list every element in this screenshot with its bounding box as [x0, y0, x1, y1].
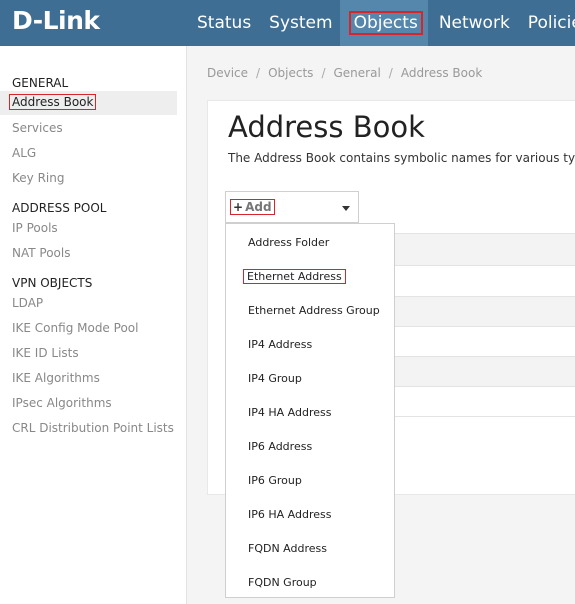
- sidebar-section-vpn-objects: VPN OBJECTS: [12, 276, 93, 290]
- sidebar-section-general: GENERAL: [12, 76, 69, 90]
- breadcrumb-objects[interactable]: Objects: [268, 66, 313, 80]
- top-navigation-bar: D-Link Status System Objects Network Pol…: [0, 0, 575, 46]
- menu-item-fqdn-address[interactable]: FQDN Address: [248, 542, 327, 555]
- menu-item-ethernet-address[interactable]: Ethernet Address: [243, 269, 346, 284]
- plus-icon: +: [233, 200, 244, 214]
- nav-system-label: System: [269, 13, 333, 33]
- breadcrumb-separator: /: [388, 66, 393, 80]
- menu-item-ip4-address[interactable]: IP4 Address: [248, 338, 312, 351]
- add-button-label-box: + Add: [230, 199, 275, 215]
- nav-policies[interactable]: Policies: [517, 0, 575, 46]
- nav-status[interactable]: Status: [186, 0, 258, 46]
- sidebar-item-crl-distribution-point-lists[interactable]: CRL Distribution Point Lists: [12, 421, 174, 435]
- sidebar: GENERAL Address Book Services ALG Key Ri…: [0, 46, 187, 604]
- sidebar-item-ipsec-algorithms[interactable]: IPsec Algorithms: [12, 396, 112, 410]
- nav-objects[interactable]: Objects: [339, 0, 428, 46]
- nav-system[interactable]: System: [258, 0, 339, 46]
- sidebar-item-address-book[interactable]: Address Book: [8, 94, 97, 110]
- menu-item-ethernet-address-group[interactable]: Ethernet Address Group: [248, 304, 380, 317]
- nav-objects-label: Objects: [348, 11, 423, 35]
- sidebar-item-key-ring[interactable]: Key Ring: [12, 171, 64, 185]
- breadcrumb-device[interactable]: Device: [207, 66, 248, 80]
- sidebar-item-ip-pools[interactable]: IP Pools: [12, 221, 58, 235]
- add-dropdown-menu: Address Folder Ethernet Address Ethernet…: [225, 223, 395, 598]
- sidebar-item-ike-id-lists[interactable]: IKE ID Lists: [12, 346, 79, 360]
- main-nav: Status System Objects Network Policies: [186, 0, 575, 46]
- breadcrumb-general[interactable]: General: [333, 66, 380, 80]
- sidebar-item-ldap[interactable]: LDAP: [12, 296, 43, 310]
- sidebar-item-nat-pools[interactable]: NAT Pools: [12, 246, 70, 260]
- add-button-label: Add: [245, 200, 272, 214]
- nav-policies-label: Policies: [527, 13, 575, 33]
- sidebar-item-services[interactable]: Services: [12, 121, 63, 135]
- breadcrumb-separator: /: [256, 66, 261, 80]
- menu-item-ip6-ha-address[interactable]: IP6 HA Address: [248, 508, 331, 521]
- sidebar-section-address-pool: ADDRESS POOL: [12, 201, 107, 215]
- add-dropdown-button[interactable]: + Add: [225, 191, 359, 223]
- breadcrumb-separator: /: [321, 66, 326, 80]
- caret-down-icon: [342, 206, 350, 211]
- nav-network[interactable]: Network: [428, 0, 517, 46]
- table-row[interactable]: [395, 265, 575, 296]
- sidebar-item-ike-algorithms[interactable]: IKE Algorithms: [12, 371, 100, 385]
- sidebar-item-ike-config-mode-pool[interactable]: IKE Config Mode Pool: [12, 321, 138, 335]
- menu-item-ip6-address[interactable]: IP6 Address: [248, 440, 312, 453]
- page-description: The Address Book contains symbolic names…: [228, 151, 575, 165]
- sidebar-item-alg[interactable]: ALG: [12, 146, 36, 160]
- menu-item-ip4-group[interactable]: IP4 Group: [248, 372, 302, 385]
- table-row[interactable]: [395, 326, 575, 356]
- dlink-logo[interactable]: D-Link: [12, 6, 100, 35]
- table-header: [395, 233, 575, 265]
- page-title: Address Book: [228, 110, 425, 144]
- table-row[interactable]: [395, 356, 575, 386]
- nav-network-label: Network: [438, 13, 510, 33]
- menu-item-address-folder[interactable]: Address Folder: [248, 236, 329, 249]
- breadcrumb: Device / Objects / General / Address Book: [207, 66, 482, 80]
- menu-item-fqdn-group[interactable]: FQDN Group: [248, 576, 317, 589]
- menu-item-ip4-ha-address[interactable]: IP4 HA Address: [248, 406, 331, 419]
- breadcrumb-address-book: Address Book: [400, 66, 483, 80]
- table-row[interactable]: [395, 386, 575, 417]
- table-row[interactable]: [395, 296, 575, 326]
- nav-status-label: Status: [197, 13, 252, 33]
- menu-item-ip6-group[interactable]: IP6 Group: [248, 474, 302, 487]
